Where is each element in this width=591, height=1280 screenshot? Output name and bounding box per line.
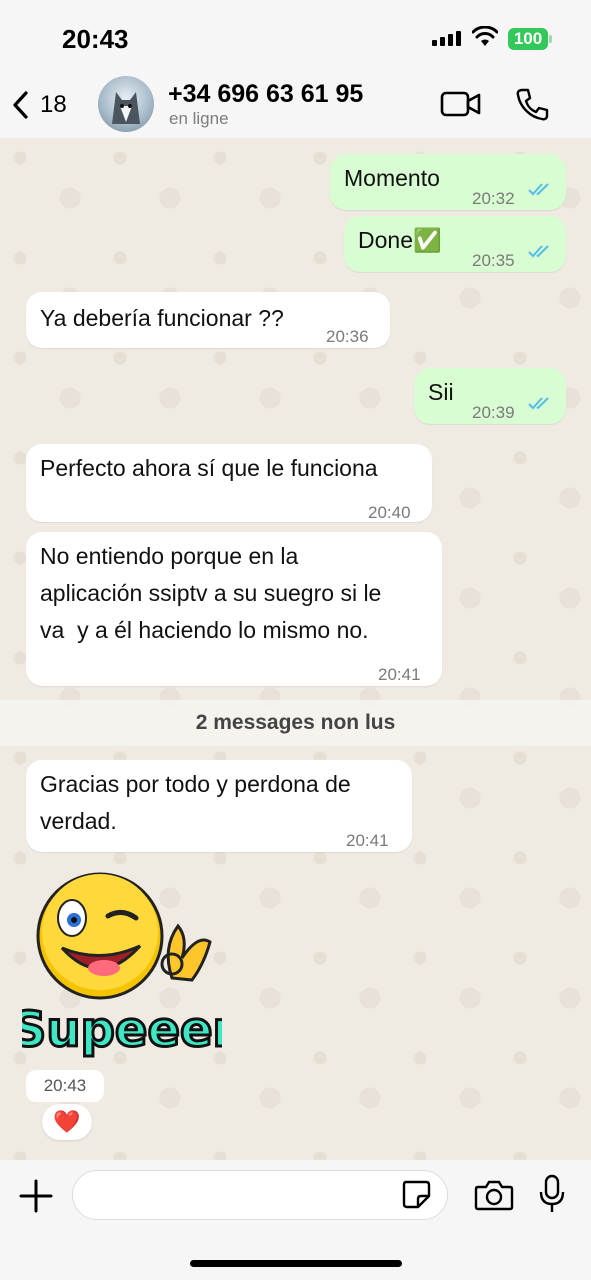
message-bubble-incoming[interactable]: Gracias por todo y perdona de verdad. 20…: [26, 760, 412, 852]
message-text: Momento: [344, 165, 440, 191]
message-time: 20:41: [378, 665, 421, 684]
voice-call-button[interactable]: [514, 86, 550, 122]
message-text: Done✅: [358, 227, 442, 253]
message-time: 20:40: [368, 503, 411, 522]
sticker-message[interactable]: Supeeer: [10, 868, 238, 1068]
unread-messages-divider: 2 messages non lus: [0, 700, 591, 746]
message-text: Ya debería funcionar ??: [40, 305, 284, 331]
contact-name[interactable]: +34 696 63 61 95: [168, 80, 363, 109]
battery-tip: [549, 35, 552, 43]
heart-reaction[interactable]: ❤️: [42, 1104, 92, 1140]
message-text-line: va y a él haciendo lo mismo no.: [40, 617, 369, 643]
microphone-icon[interactable]: [538, 1174, 566, 1214]
sticker-time: 20:43: [26, 1070, 104, 1102]
contact-status: en ligne: [169, 109, 229, 128]
message-bubble-outgoing[interactable]: Momento 20:32: [330, 154, 566, 210]
message-text: Sii: [428, 379, 454, 405]
message-text-line: aplicación ssiptv a su suegro si le: [40, 580, 382, 606]
message-bubble-incoming[interactable]: No entiendo porque en la aplicación ssip…: [26, 532, 442, 686]
back-button[interactable]: 18: [10, 86, 67, 124]
message-text-line: verdad.: [40, 808, 117, 834]
unread-chats-count: 18: [40, 91, 67, 118]
message-input[interactable]: [72, 1170, 448, 1220]
status-time: 20:43: [62, 24, 129, 54]
message-bubble-incoming[interactable]: Ya debería funcionar ?? 20:36: [26, 292, 390, 348]
sticker-text: Supeeer: [22, 1002, 222, 1058]
chat-header: 18 +34 696 63 61 95 en ligne: [0, 72, 591, 138]
chevron-left-icon: [13, 91, 28, 119]
sticker-icon[interactable]: [400, 1178, 432, 1210]
cellular-signal-icon: [432, 30, 464, 46]
wifi-icon: [472, 26, 498, 46]
read-receipt-icon: [528, 245, 549, 258]
status-bar: 20:43 100: [0, 0, 591, 72]
camera-icon[interactable]: [474, 1178, 514, 1212]
read-receipt-icon: [528, 183, 549, 196]
message-bubble-outgoing[interactable]: Sii 20:39: [414, 368, 566, 424]
contact-avatar[interactable]: [98, 76, 154, 132]
message-time: 20:35: [472, 251, 515, 270]
message-text: Perfecto ahora sí que le funciona: [40, 455, 378, 481]
plus-icon[interactable]: [18, 1178, 54, 1214]
video-call-button[interactable]: [440, 88, 482, 120]
message-time: 20:39: [472, 403, 515, 422]
message-bubble-incoming[interactable]: Perfecto ahora sí que le funciona 20:40: [26, 444, 432, 522]
winking-emoji-sticker: Supeeer: [10, 872, 238, 1060]
home-indicator: [190, 1260, 402, 1267]
read-receipt-icon: [528, 397, 549, 410]
message-bubble-outgoing[interactable]: Done✅ 20:35: [344, 216, 566, 272]
message-time: 20:32: [472, 189, 515, 208]
message-text-line: Gracias por todo y perdona de: [40, 771, 351, 797]
message-time: 20:41: [346, 831, 389, 850]
message-time: 20:36: [326, 327, 369, 346]
husky-avatar-icon: [112, 92, 140, 124]
battery-indicator: 100: [508, 28, 548, 50]
message-text-line: No entiendo porque en la: [40, 543, 299, 569]
